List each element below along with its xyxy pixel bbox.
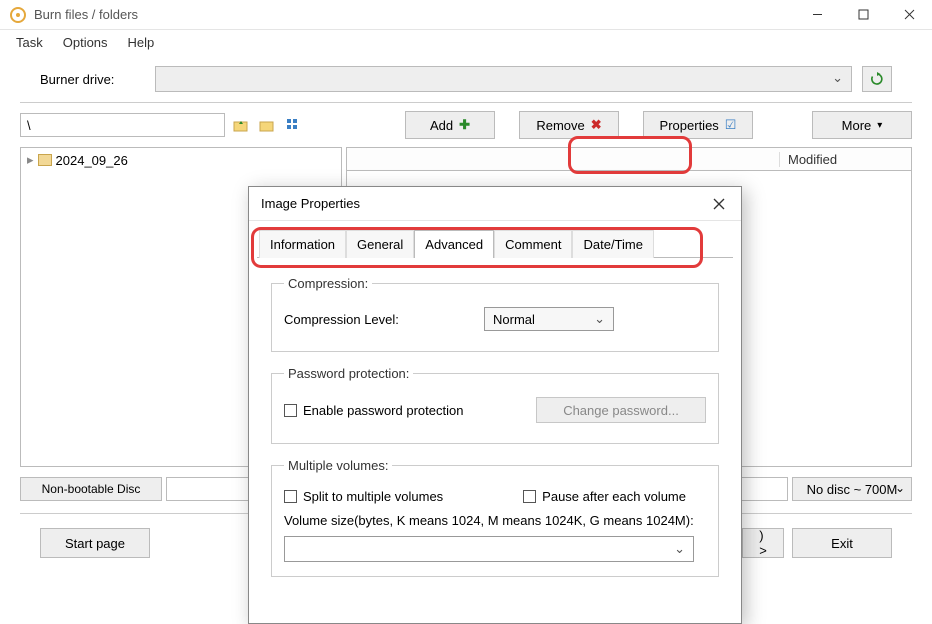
burner-row: Burner drive:	[20, 54, 912, 103]
tab-information[interactable]: Information	[259, 230, 346, 258]
x-icon: ✖	[591, 117, 602, 133]
compression-level-label: Compression Level:	[284, 312, 474, 327]
burner-label: Burner drive:	[40, 72, 145, 87]
compression-group: Compression: Compression Level: Normal	[271, 276, 719, 352]
properties-button[interactable]: Properties ☑	[643, 111, 753, 139]
compression-legend: Compression:	[284, 276, 372, 291]
path-input[interactable]	[20, 113, 225, 137]
refresh-button[interactable]	[862, 66, 892, 92]
col-modified[interactable]: Modified	[779, 152, 903, 167]
titlebar: Burn files / folders	[0, 0, 932, 30]
dialog-titlebar: Image Properties	[249, 187, 741, 221]
folder-open-icon[interactable]	[257, 115, 277, 135]
dialog-close-button[interactable]	[703, 191, 735, 217]
start-page-button[interactable]: Start page	[40, 528, 150, 558]
compression-level-select[interactable]: Normal	[484, 307, 614, 331]
menu-task[interactable]: Task	[6, 33, 53, 52]
properties-label: Properties	[660, 118, 719, 133]
boot-status[interactable]: Non-bootable Disc	[20, 477, 162, 501]
dialog-title: Image Properties	[261, 196, 360, 211]
volume-size-select[interactable]	[284, 536, 694, 562]
change-password-button: Change password...	[536, 397, 706, 423]
app-icon	[10, 7, 26, 23]
disc-size-dropdown[interactable]: No disc ~ 700M	[792, 477, 912, 501]
folder-icon	[38, 154, 52, 166]
menu-options[interactable]: Options	[53, 33, 118, 52]
refresh-icon	[870, 72, 884, 86]
checkbox-icon	[284, 490, 297, 503]
volume-size-label: Volume size(bytes, K means 1024, M means…	[284, 512, 706, 530]
menubar: Task Options Help	[0, 30, 932, 54]
image-properties-dialog: Image Properties Information General Adv…	[248, 186, 742, 624]
more-label: More	[842, 118, 872, 133]
folder-up-icon[interactable]	[231, 115, 251, 135]
expand-icon[interactable]: ▸	[27, 152, 34, 168]
next-button[interactable]: ) >	[742, 528, 784, 558]
disc-size-label: No disc ~ 700M	[807, 482, 898, 497]
volumes-legend: Multiple volumes:	[284, 458, 392, 473]
list-header: Modified	[346, 147, 912, 171]
password-group: Password protection: Enable password pro…	[271, 366, 719, 444]
exit-button[interactable]: Exit	[792, 528, 892, 558]
enable-password-checkbox[interactable]: Enable password protection	[284, 403, 463, 418]
pause-volume-checkbox[interactable]: Pause after each volume	[523, 489, 686, 504]
check-icon: ☑	[725, 117, 737, 133]
tab-body-advanced: Compression: Compression Level: Normal P…	[257, 257, 733, 601]
tab-comment[interactable]: Comment	[494, 230, 572, 258]
burner-drive-dropdown[interactable]	[155, 66, 852, 92]
view-grid-icon[interactable]	[283, 115, 303, 135]
checkbox-icon	[284, 404, 297, 417]
tree-root-label: 2024_09_26	[56, 153, 128, 168]
window-title: Burn files / folders	[34, 7, 794, 22]
more-button[interactable]: More ▾	[812, 111, 912, 139]
compression-level-value: Normal	[493, 312, 535, 327]
tab-advanced[interactable]: Advanced	[414, 230, 494, 258]
tab-general[interactable]: General	[346, 230, 414, 258]
remove-label: Remove	[536, 118, 584, 133]
enable-password-label: Enable password protection	[303, 403, 463, 418]
volumes-group: Multiple volumes: Split to multiple volu…	[271, 458, 719, 577]
plus-icon: ✚	[459, 117, 470, 133]
tree-root-item[interactable]: ▸ 2024_09_26	[27, 152, 335, 168]
dialog-tabs: Information General Advanced Comment Dat…	[249, 221, 741, 257]
add-button[interactable]: Add ✚	[405, 111, 495, 139]
split-volumes-checkbox[interactable]: Split to multiple volumes	[284, 489, 443, 504]
chevron-down-icon: ▾	[877, 120, 882, 131]
close-button[interactable]	[886, 0, 932, 30]
add-label: Add	[430, 118, 453, 133]
pause-volume-label: Pause after each volume	[542, 489, 686, 504]
maximize-button[interactable]	[840, 0, 886, 30]
menu-help[interactable]: Help	[118, 33, 165, 52]
remove-button[interactable]: Remove ✖	[519, 111, 619, 139]
toolbar: Add ✚ Remove ✖ Properties ☑ More ▾	[0, 103, 932, 147]
minimize-button[interactable]	[794, 0, 840, 30]
split-volumes-label: Split to multiple volumes	[303, 489, 443, 504]
tab-datetime[interactable]: Date/Time	[572, 230, 653, 258]
checkbox-icon	[523, 490, 536, 503]
password-legend: Password protection:	[284, 366, 413, 381]
